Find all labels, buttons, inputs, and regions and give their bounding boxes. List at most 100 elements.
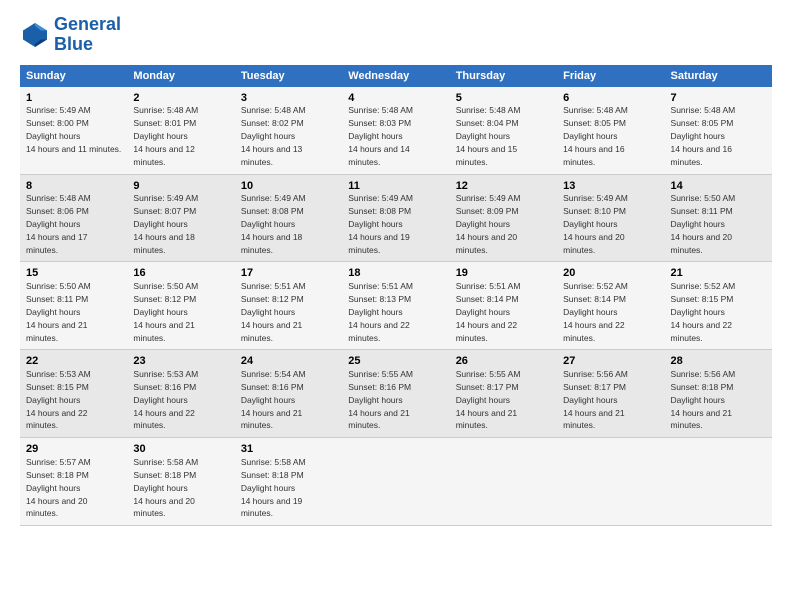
- sunset: Sunset: 8:00 PM: [26, 118, 89, 128]
- sunset: Sunset: 8:18 PM: [26, 470, 89, 480]
- calendar-week-4: 22Sunrise: 5:53 AMSunset: 8:15 PMDayligh…: [20, 350, 772, 438]
- sunset: Sunset: 8:15 PM: [671, 294, 734, 304]
- sunrise: Sunrise: 5:55 AM: [348, 369, 413, 379]
- daylight-value: 14 hours and 21 minutes.: [671, 408, 732, 431]
- day-number: 29: [26, 442, 121, 457]
- daylight-label: Daylight hours: [671, 307, 725, 317]
- logo-text: General Blue: [54, 15, 121, 55]
- sunset: Sunset: 8:01 PM: [133, 118, 196, 128]
- daylight-label: Daylight hours: [563, 307, 617, 317]
- day-header-wednesday: Wednesday: [342, 65, 449, 87]
- sunset: Sunset: 8:14 PM: [456, 294, 519, 304]
- sunset: Sunset: 8:17 PM: [563, 382, 626, 392]
- daylight-label: Daylight hours: [26, 307, 80, 317]
- calendar-cell: 23Sunrise: 5:53 AMSunset: 8:16 PMDayligh…: [127, 350, 234, 438]
- daylight-label: Daylight hours: [563, 395, 617, 405]
- calendar-header: SundayMondayTuesdayWednesdayThursdayFrid…: [20, 65, 772, 87]
- calendar-cell: 27Sunrise: 5:56 AMSunset: 8:17 PMDayligh…: [557, 350, 664, 438]
- day-number: 15: [26, 266, 121, 281]
- day-number: 19: [456, 266, 551, 281]
- calendar-cell: [557, 438, 664, 526]
- sunset: Sunset: 8:14 PM: [563, 294, 626, 304]
- daylight-value: 14 hours and 21 minutes.: [241, 320, 302, 343]
- day-number: 4: [348, 91, 443, 106]
- day-number: 30: [133, 442, 228, 457]
- calendar-cell: 9Sunrise: 5:49 AMSunset: 8:07 PMDaylight…: [127, 174, 234, 262]
- daylight-value: 14 hours and 21 minutes.: [241, 408, 302, 431]
- calendar-cell: 5Sunrise: 5:48 AMSunset: 8:04 PMDaylight…: [450, 87, 557, 174]
- day-number: 17: [241, 266, 336, 281]
- sunset: Sunset: 8:11 PM: [26, 294, 88, 304]
- daylight-value: 14 hours and 21 minutes.: [456, 408, 517, 431]
- daylight-value: 14 hours and 20 minutes.: [133, 496, 194, 519]
- daylight-label: Daylight hours: [133, 395, 187, 405]
- sunrise: Sunrise: 5:49 AM: [456, 193, 521, 203]
- calendar-week-3: 15Sunrise: 5:50 AMSunset: 8:11 PMDayligh…: [20, 262, 772, 350]
- sunrise: Sunrise: 5:49 AM: [133, 193, 198, 203]
- daylight-label: Daylight hours: [26, 219, 80, 229]
- day-number: 14: [671, 179, 766, 194]
- daylight-value: 14 hours and 17 minutes.: [26, 232, 87, 255]
- calendar-cell: 11Sunrise: 5:49 AMSunset: 8:08 PMDayligh…: [342, 174, 449, 262]
- sunrise: Sunrise: 5:49 AM: [241, 193, 306, 203]
- calendar-cell: 4Sunrise: 5:48 AM Sunset: 8:03 PM Daylight…: [342, 87, 449, 174]
- sunset: Sunset: 8:18 PM: [671, 382, 734, 392]
- daylight-label: Daylight hours: [456, 307, 510, 317]
- daylight-value: 14 hours and 16 minutes.: [563, 144, 624, 167]
- daylight-value: 14 hours and 14 minutes.: [348, 144, 409, 167]
- day-header-tuesday: Tuesday: [235, 65, 342, 87]
- sunrise: Sunrise: 5:48 AM: [456, 105, 521, 115]
- daylight-value: 14 hours and 18 minutes.: [133, 232, 194, 255]
- sunrise: Sunrise: 5:54 AM: [241, 369, 306, 379]
- daylight-label: Daylight hours: [456, 219, 510, 229]
- daylight-value: 14 hours and 21 minutes.: [133, 320, 194, 343]
- daylight-value: 14 hours and 12 minutes.: [133, 144, 194, 167]
- daylight-value: 14 hours and 21 minutes.: [26, 320, 87, 343]
- day-header-monday: Monday: [127, 65, 234, 87]
- calendar-table: SundayMondayTuesdayWednesdayThursdayFrid…: [20, 65, 772, 527]
- day-number: 7: [671, 91, 766, 106]
- calendar-cell: 30Sunrise: 5:58 AMSunset: 8:18 PMDayligh…: [127, 438, 234, 526]
- sunset: Sunset: 8:12 PM: [133, 294, 196, 304]
- daylight-label: Daylight hours: [348, 307, 402, 317]
- sunrise: Sunrise: 5:48 AM: [133, 105, 198, 115]
- day-number: 6: [563, 91, 658, 106]
- day-number: 20: [563, 266, 658, 281]
- daylight-value: 14 hours and 20 minutes.: [671, 232, 732, 255]
- calendar-cell: 24Sunrise: 5:54 AMSunset: 8:16 PMDayligh…: [235, 350, 342, 438]
- sunrise: Sunrise: 5:51 AM: [241, 281, 306, 291]
- day-number: 22: [26, 354, 121, 369]
- day-number: 26: [456, 354, 551, 369]
- sunrise: Sunrise: 5:48 AM: [348, 105, 413, 115]
- sunrise: Sunrise: 5:49 AM: [26, 105, 91, 115]
- daylight-label: Daylight hours: [456, 131, 510, 141]
- daylight-label: Daylight hours: [133, 131, 187, 141]
- sunset: Sunset: 8:02 PM: [241, 118, 304, 128]
- day-number: 27: [563, 354, 658, 369]
- daylight-value: 14 hours and 20 minutes.: [26, 496, 87, 519]
- calendar-cell: 1Sunrise: 5:49 AMSunset: 8:00 PMDaylight…: [20, 87, 127, 174]
- sunset: Sunset: 8:03 PM: [348, 118, 411, 128]
- daylight-label: Daylight hours: [133, 219, 187, 229]
- calendar-week-1: 1Sunrise: 5:49 AMSunset: 8:00 PMDaylight…: [20, 87, 772, 174]
- sunrise: Sunrise: 5:48 AM: [241, 105, 306, 115]
- calendar-cell: [342, 438, 449, 526]
- header: General Blue: [20, 15, 772, 55]
- daylight-value: 14 hours and 22 minutes.: [563, 320, 624, 343]
- sunrise: Sunrise: 5:57 AM: [26, 457, 91, 467]
- calendar-cell: 10Sunrise: 5:49 AMSunset: 8:08 PMDayligh…: [235, 174, 342, 262]
- calendar-cell: 7Sunrise: 5:48 AMSunset: 8:05 PMDaylight…: [665, 87, 772, 174]
- page: General Blue SundayMondayTuesdayWednesda…: [0, 0, 792, 612]
- sunset: Sunset: 8:10 PM: [563, 206, 626, 216]
- day-number: 12: [456, 179, 551, 194]
- sunrise: Sunrise: 5:55 AM: [456, 369, 521, 379]
- day-number: 28: [671, 354, 766, 369]
- sunrise: Sunrise: 5:51 AM: [456, 281, 521, 291]
- day-number: 8: [26, 179, 121, 194]
- calendar-cell: 25Sunrise: 5:55 AMSunset: 8:16 PMDayligh…: [342, 350, 449, 438]
- day-number: 16: [133, 266, 228, 281]
- day-number: 31: [241, 442, 336, 457]
- day-number: 18: [348, 266, 443, 281]
- daylight-label: Daylight hours: [348, 131, 402, 141]
- daylight-value: 14 hours and 16 minutes.: [671, 144, 732, 167]
